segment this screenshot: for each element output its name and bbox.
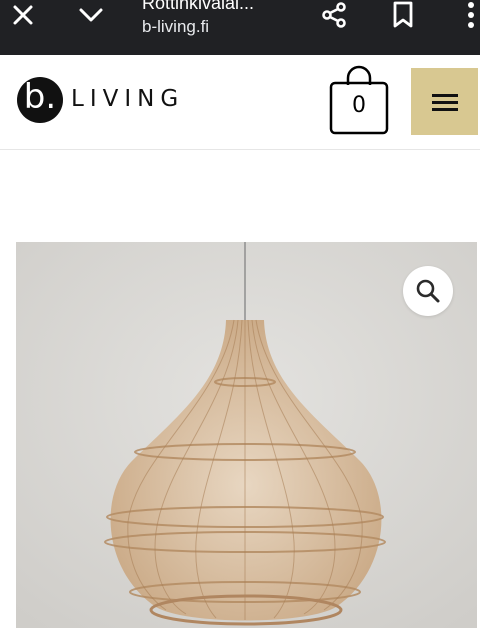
product-image[interactable]: [16, 242, 477, 628]
share-icon[interactable]: [318, 0, 350, 30]
more-vert-icon[interactable]: [462, 0, 480, 30]
search-icon: [416, 279, 440, 303]
chevron-down-icon[interactable]: [76, 0, 106, 30]
close-icon[interactable]: [8, 0, 38, 30]
site-header: b. LIVING 0: [0, 55, 480, 150]
page-url[interactable]: b-living.fi: [142, 17, 209, 37]
hamburger-menu-icon: [431, 93, 458, 111]
logo-letter: b.: [23, 77, 57, 117]
page-title[interactable]: Rottinkivalai...: [142, 0, 254, 14]
logo-mark[interactable]: b.: [17, 77, 63, 123]
cart-button[interactable]: 0: [329, 63, 389, 135]
menu-button[interactable]: [411, 68, 478, 135]
zoom-button[interactable]: [403, 266, 453, 316]
cart-count: 0: [352, 93, 366, 118]
browser-toolbar: Rottinkivalai... b-living.fi: [0, 0, 480, 55]
bookmark-icon[interactable]: [390, 0, 416, 30]
logo-text[interactable]: LIVING: [71, 86, 184, 112]
